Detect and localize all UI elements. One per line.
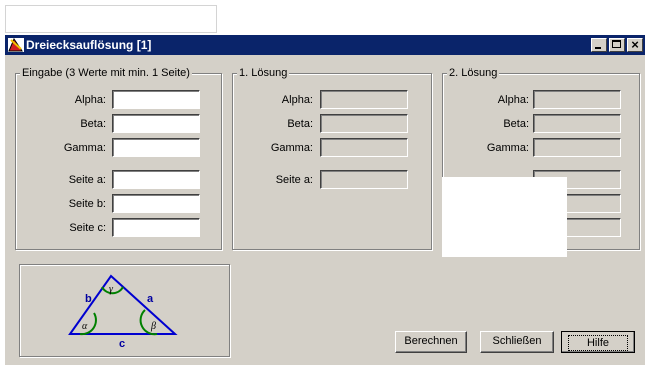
side-b-text: b — [85, 293, 92, 305]
side-c-text: c — [119, 338, 125, 350]
input-group-legend: Eingabe (3 Werte mit min. 1 Seite) — [20, 67, 192, 79]
gamma-input[interactable] — [112, 138, 200, 157]
side-a-text: a — [147, 293, 154, 305]
alpha-text: α — [82, 321, 88, 332]
side-a-label: Seite a: — [68, 174, 106, 186]
sol1-beta-output — [320, 114, 408, 133]
calculate-button[interactable]: Berechnen — [395, 331, 467, 353]
alpha-label: Alpha: — [74, 94, 106, 106]
triangle-app-icon — [8, 37, 24, 52]
close-icon: × — [631, 37, 639, 52]
minimize-button[interactable] — [591, 38, 607, 52]
solution2-legend: 2. Lösung — [447, 67, 500, 79]
triangle-diagram: b a c α β γ — [68, 274, 178, 350]
maximize-icon — [612, 40, 621, 48]
input-group: Eingabe (3 Werte mit min. 1 Seite) Alpha… — [15, 67, 222, 250]
help-button[interactable]: Hilfe — [561, 331, 635, 353]
sol2-beta-output — [533, 114, 621, 133]
side-b-label: Seite b: — [68, 198, 106, 210]
minimize-icon — [595, 47, 601, 49]
close-dialog-button[interactable]: Schließen — [480, 331, 554, 353]
beta-label: Beta: — [80, 118, 106, 130]
sol1-side-a-output — [320, 170, 408, 189]
sol2-gamma-label: Gamma: — [486, 142, 529, 154]
sol1-side-a-label: Seite a: — [275, 174, 313, 186]
sol2-alpha-label: Alpha: — [497, 94, 529, 106]
overlay-cover — [442, 177, 567, 257]
close-button[interactable]: × — [627, 38, 643, 52]
beta-text: β — [150, 321, 156, 332]
sol1-gamma-output — [320, 138, 408, 157]
maximize-button[interactable] — [609, 38, 625, 52]
title-bar[interactable]: Dreiecksauflösung [1] × — [5, 35, 645, 55]
sol1-beta-label: Beta: — [287, 118, 313, 130]
triangle-dialog: Dreiecksauflösung [1] × Eingabe (3 Werte… — [5, 35, 645, 365]
solution1-group: 1. Lösung Alpha: Beta: Gamma: Seite a: — [232, 67, 432, 250]
sol1-alpha-output — [320, 90, 408, 109]
gamma-label: Gamma: — [63, 142, 106, 154]
triangle-figure: b a c α β γ — [19, 264, 230, 357]
outer-frame — [5, 5, 217, 33]
help-button-label: Hilfe — [567, 335, 628, 351]
sol2-alpha-output — [533, 90, 621, 109]
side-c-label: Seite c: — [69, 222, 106, 234]
solution1-legend: 1. Lösung — [237, 67, 290, 79]
sol2-gamma-output — [533, 138, 621, 157]
sol1-alpha-label: Alpha: — [281, 94, 313, 106]
beta-input[interactable] — [112, 114, 200, 133]
sol1-gamma-label: Gamma: — [270, 142, 313, 154]
sol2-beta-label: Beta: — [503, 118, 529, 130]
window-title: Dreiecksauflösung [1] — [26, 38, 152, 52]
side-a-input[interactable] — [112, 170, 200, 189]
side-b-input[interactable] — [112, 194, 200, 213]
alpha-input[interactable] — [112, 90, 200, 109]
side-c-input[interactable] — [112, 218, 200, 237]
